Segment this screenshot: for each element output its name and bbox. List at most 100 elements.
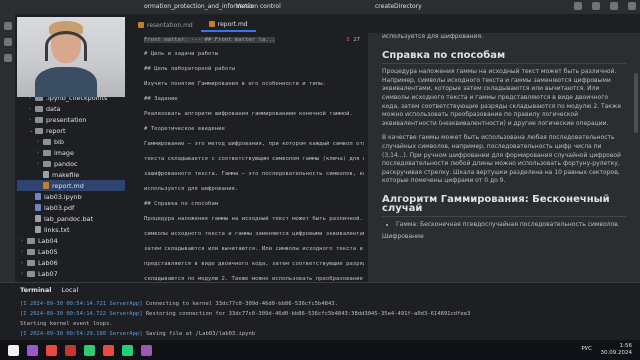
run-icon[interactable] [574,2,582,10]
preview-heading: Алгоритм Гаммирования: Бесконечный случа… [382,194,626,218]
terminal-panel: Terminal Local [I 2024-09-30 00:54:14.72… [0,282,640,340]
terminal-session-tab[interactable]: Local [61,286,78,294]
webcam-overlay [17,17,125,97]
tree-item[interactable]: › data [17,103,125,114]
tree-item-label: makefile [52,170,80,179]
tree-item[interactable]: lab03.pdf [17,202,125,213]
editor-line: зашифрованного текста. Гамма – это после… [144,171,364,177]
editor-line: Реализовать алгоритм шифрования гаммиров… [144,111,353,117]
tree-item[interactable]: lab_pandoc.bat [17,213,125,224]
taskbar-app-icon[interactable] [103,344,114,356]
log-message: Connecting to kernel 33dc77c0-309d-46d0-… [142,301,338,307]
settings-icon[interactable] [628,2,636,10]
file-icon [35,226,41,233]
tree-item-label: lab03.ipynb [44,192,82,201]
preview-paragraph: В качестве гаммы может быть использована… [382,134,621,185]
editor-tabs: resentation.md report.md [130,18,256,32]
folder-icon [27,270,35,277]
file-icon [35,215,41,222]
preview-paragraph: Процедура наложения гаммы на исходный те… [382,68,622,127]
taskbar-app-icon[interactable] [122,344,133,356]
tree-item[interactable]: makefile [17,169,125,180]
tree-item[interactable]: › Lab07 [17,268,125,279]
file-icon [43,182,49,189]
editor-line: # Цель и задачи работы [144,51,219,57]
file-icon [43,171,49,178]
taskbar-app-icon[interactable] [65,344,76,356]
tree-item-label: lab03.pdf [44,203,75,212]
tree-item-label: lab_pandoc.bat [44,214,93,223]
front-matter-fold[interactable]: Front matter: --- ## Front matter la... [144,37,276,43]
tab-presentation[interactable]: resentation.md [130,18,201,32]
tree-item[interactable]: lab03.ipynb [17,191,125,202]
editor-line: Гаммирование – это метод шифрования, при… [144,141,364,147]
log-message: Saving file at /Lab03/lab03.ipynb [142,331,256,337]
tree-item-label: image [54,148,74,157]
tree-item[interactable]: › Lab04 [17,235,125,246]
tree-item[interactable]: ⌄ report [17,125,125,136]
vcs-menu[interactable]: Version control [236,3,281,10]
terminal-line: [I 2024-09-30 00:54:14.721 ServerApp] Co… [20,299,470,309]
taskbar: РУС 1:56 30.09.2024 [0,340,640,360]
tree-item-label: Lab06 [38,258,58,267]
taskbar-app-icon[interactable] [27,344,38,356]
preview-scrollbar[interactable] [634,73,638,133]
markdown-preview[interactable]: используется для шифрования. Справка по … [368,33,640,282]
tree-item-label: Lab05 [38,247,58,256]
taskbar-app-icon[interactable] [141,344,152,356]
markdown-file-icon [208,21,215,27]
taskbar-app-icon[interactable] [8,344,19,356]
folder-icon [43,160,51,167]
editor-line: ## Цель лабораторной работы [144,66,235,72]
tree-item[interactable]: › pandoc [17,158,125,169]
editor-line: представляются в виде двоичного кода, за… [144,261,364,267]
clock-time[interactable]: 1:56 [601,343,632,350]
tree-item-label: data [46,104,61,113]
folder-icon [27,259,35,266]
file-icon [35,204,41,211]
tree-item[interactable]: › image [17,147,125,158]
editor-line: Процедура наложения гаммы на исходный те… [144,216,364,222]
project-icon[interactable] [4,22,12,30]
tree-item[interactable]: › presentation [17,114,125,125]
folder-icon [35,127,43,134]
tree-item[interactable]: report.md [17,180,125,191]
tree-item[interactable]: links.txt [17,224,125,235]
tab-report[interactable]: report.md [200,18,256,32]
tree-item-label: links.txt [44,225,70,234]
tree-item[interactable]: › Lab05 [17,246,125,257]
markdown-editor[interactable]: Front matter: --- ## Front matter la... … [126,33,366,282]
tool-window-bar [0,14,16,282]
search-icon[interactable] [610,2,618,10]
editor-line: ## Задание [144,96,178,102]
terminal-title[interactable]: Terminal [20,286,51,294]
taskbar-app-icon[interactable] [46,344,57,356]
taskbar-app-icon[interactable] [84,344,95,356]
markdown-file-icon [138,22,144,28]
folder-icon [35,105,43,112]
terminal-line: [I 2024-09-30 00:54:14.722 ServerApp] Re… [20,309,470,319]
window-controls [574,2,636,10]
language-indicator[interactable]: РУС [581,346,592,353]
headphones [45,31,87,61]
tree-item[interactable]: › bib [17,136,125,147]
terminal-line: Starting kernel event loops. [20,319,470,329]
warning-count: 27 [353,37,360,43]
terminal-line: [I 2024-09-30 00:54:29.180 ServerApp] Sa… [20,329,470,339]
system-tray: РУС 1:56 30.09.2024 [581,343,633,357]
terminal-output[interactable]: [I 2024-09-30 00:54:14.721 ServerApp] Co… [20,299,470,339]
folder-icon [35,116,43,123]
log-timestamp: [I 2024-09-30 00:54:14.722 ServerApp] [20,311,143,317]
branch-selector[interactable]: createDirectory [375,3,422,10]
structure-icon[interactable] [4,38,12,46]
clock-date[interactable]: 30.09.2024 [601,350,633,357]
editor-line: # Теоретическое введение [144,126,225,132]
tree-item[interactable]: › Lab06 [17,257,125,268]
terminal-header: Terminal Local [0,283,640,297]
tree-item-label: Lab07 [38,269,58,278]
more-icon[interactable] [4,54,12,62]
file-icon [35,193,41,200]
inspection-widget[interactable]: 3 27 [346,37,360,43]
debug-icon[interactable] [592,2,600,10]
error-count: 3 [346,37,350,43]
